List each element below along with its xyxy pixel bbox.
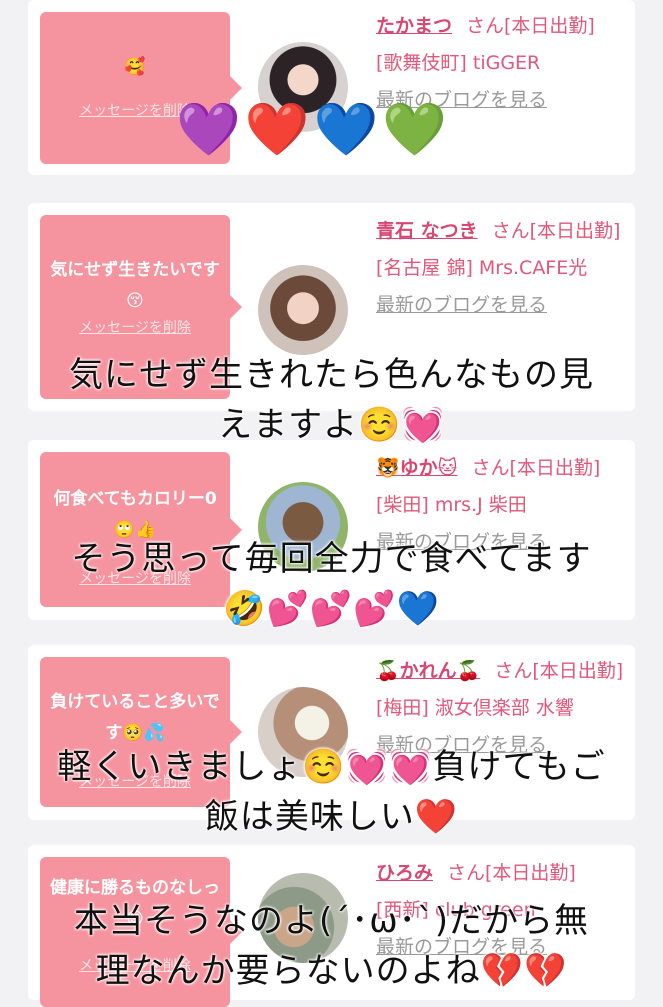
message-text: 負けていること多いです🥺💦 (50, 692, 220, 743)
shop-name: [歌舞伎町] tiGGER (376, 52, 541, 74)
cast-info: 青石 なつき さん[本日出勤] [名古屋 錦] Mrs.CAFE光 最新のブログを… (376, 213, 626, 324)
shop-name: [柴田] mrs.J 柴田 (376, 494, 527, 516)
message-text: 何食べてもカロリー0🙄👍 (53, 489, 217, 540)
shop-name: [名古屋 錦] Mrs.CAFE光 (376, 257, 588, 279)
message-bubble: 何食べてもカロリー0🙄👍 メッセージを削除 (40, 452, 242, 607)
avatar[interactable] (258, 265, 348, 355)
cast-name-link[interactable]: 🍒かれん🍒 (376, 660, 480, 682)
overlay-caption: そう思って毎回全力で食べてます (71, 539, 592, 579)
hearts-sticker: 💜❤️💙💚 (176, 100, 451, 160)
overlay-caption: 🤣💕💕💕💙 (223, 589, 440, 629)
cast-name-link[interactable]: 🐯ゆか🐱 (376, 457, 457, 479)
cast-status: さん[本日出勤] (466, 15, 595, 37)
shop-name: [梅田] 淑女倶楽部 水響 (376, 697, 574, 719)
cast-name-link[interactable]: 青石 なつき (376, 220, 478, 242)
cast-status: さん[本日出勤] (491, 220, 621, 242)
overlay-caption: 飯は美味しい❤️ (204, 797, 459, 837)
cast-card: 負けていること多いです🥺💦 メッセージを削除 🍒かれん🍒 さん[本日出勤] [梅田… (28, 645, 635, 820)
cast-status: さん[本日出勤] (494, 660, 624, 682)
cast-name-link[interactable]: たかまつ (376, 15, 452, 37)
latest-blog-link[interactable]: 最新のブログを見る (376, 294, 547, 316)
cast-status: さん[本日出勤] (471, 457, 601, 479)
message-text: 気にせず生きたいです😚 (50, 260, 220, 311)
overlay-caption: えますよ☺️💓 (218, 405, 445, 445)
cast-status: さん[本日出勤] (447, 862, 576, 884)
message-text: 🥰 (124, 57, 146, 77)
delete-message-link[interactable]: メッセージを削除 (40, 317, 230, 337)
overlay-caption: 理なんか要らないのよね💔💔 (95, 951, 568, 991)
overlay-caption: 本当そうなのよ(´･ω･`)だから無 (74, 901, 589, 941)
overlay-caption: 軽くいきましょ☺️💓💓負けてもご (57, 747, 606, 787)
overlay-caption: 気にせず生きれたら色んなもの見 (69, 355, 594, 395)
cast-name-link[interactable]: ひろみ (376, 862, 433, 884)
